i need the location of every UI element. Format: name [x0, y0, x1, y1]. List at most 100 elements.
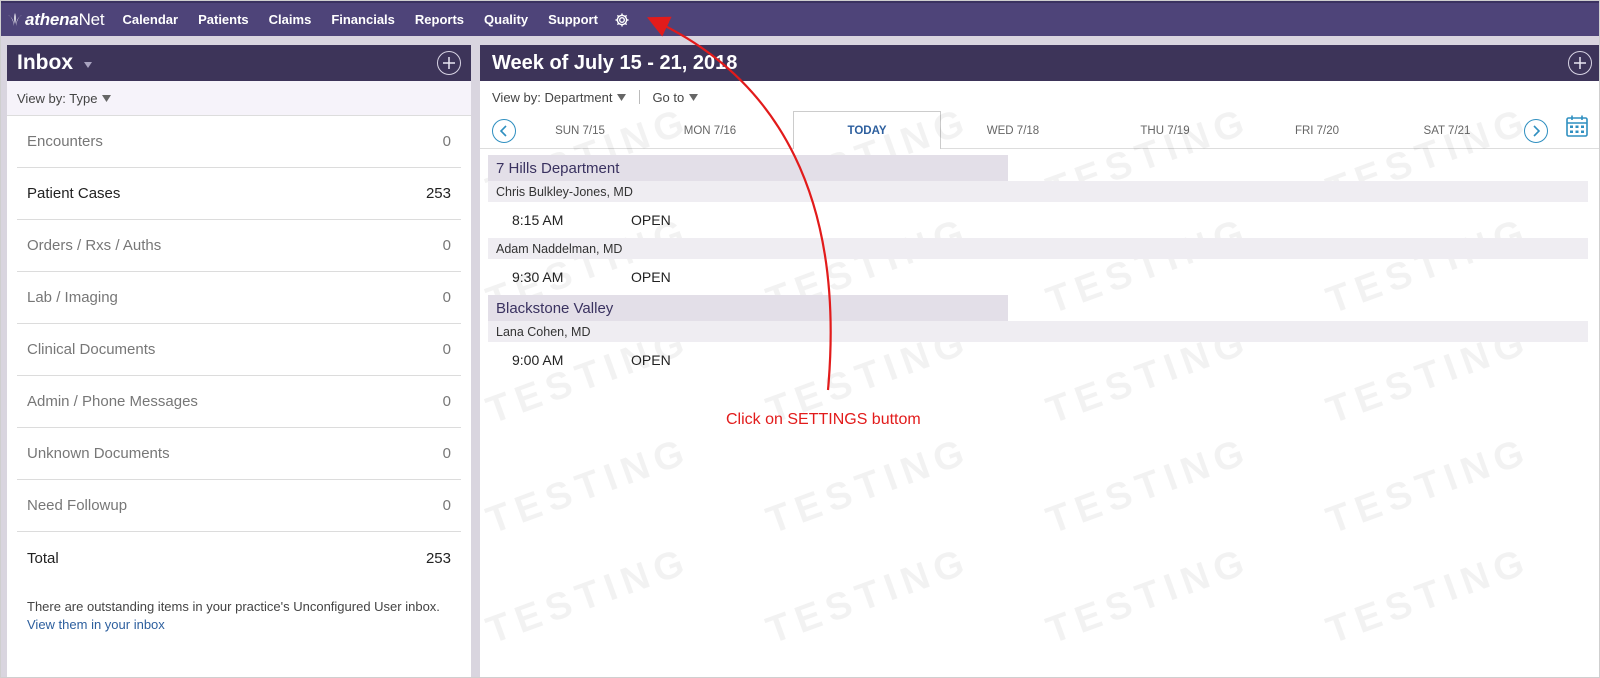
inbox-row-label: Admin / Phone Messages	[27, 393, 198, 410]
watermark-text: TESTING	[481, 539, 697, 653]
inbox-row-label: Need Followup	[27, 497, 128, 514]
inbox-panel: Inbox View by: Type Encounters 0 Patient…	[7, 45, 471, 678]
gear-icon	[615, 13, 629, 26]
day-tabs: SUN 7/15 MON 7/16 TODAY WED 7/18 THU 7/1…	[480, 111, 1600, 149]
chevron-down-icon	[689, 93, 699, 101]
watermark-text: TESTING	[1041, 429, 1257, 543]
go-to-dropdown[interactable]: Go to	[652, 90, 699, 105]
watermark-text: TESTING	[1321, 539, 1537, 653]
appointment-slot[interactable]: 9:00 AM OPEN	[488, 342, 1600, 378]
appointment-slot[interactable]: 8:15 AM OPEN	[488, 202, 1600, 238]
inbox-row-count: 0	[442, 393, 451, 410]
inbox-row-lab-imaging[interactable]: Lab / Imaging 0	[17, 272, 461, 324]
plus-icon	[1574, 57, 1586, 69]
day-tab-thu[interactable]: THU 7/19	[1105, 113, 1225, 149]
inbox-row-label: Unknown Documents	[27, 445, 170, 462]
day-tab-wed[interactable]: WED 7/18	[953, 113, 1073, 149]
inbox-row-label: Orders / Rxs / Auths	[27, 237, 162, 254]
inbox-row-count: 0	[442, 237, 451, 254]
appointment-time: 9:00 AM	[512, 352, 564, 368]
inbox-row-count: 0	[442, 133, 451, 150]
settings-button[interactable]	[614, 12, 630, 28]
go-to-label: Go to	[652, 89, 685, 105]
inbox-row-unknown-documents[interactable]: Unknown Documents 0	[17, 428, 461, 480]
inbox-row-orders[interactable]: Orders / Rxs / Auths 0	[17, 220, 461, 272]
inbox-row-need-followup[interactable]: Need Followup 0	[17, 480, 461, 532]
department-header-blackstone-valley: Blackstone Valley	[488, 295, 1008, 321]
nav-calendar[interactable]: Calendar	[112, 12, 188, 27]
inbox-row-patient-cases[interactable]: Patient Cases 253	[17, 168, 461, 220]
view-by-department-dropdown[interactable]: View by: Department	[492, 90, 627, 105]
appointment-status: OPEN	[631, 269, 671, 285]
logo-prefix: athena	[25, 9, 79, 29]
view-inbox-link[interactable]: View them in your inbox	[27, 617, 165, 632]
inbox-total-count: 253	[425, 549, 451, 567]
schedule-toolbar: View by: Department Go to	[480, 81, 1600, 113]
previous-week-button[interactable]	[492, 119, 516, 143]
schedule-panel: Week of July 15 - 21, 2018 View by: Depa…	[480, 45, 1600, 678]
inbox-row-count: 0	[442, 341, 451, 358]
chevron-down-icon	[102, 94, 112, 102]
inbox-row-label: Encounters	[27, 133, 103, 150]
athenanet-logo[interactable]: athena Net	[6, 9, 105, 30]
chevron-left-icon	[499, 125, 507, 137]
inbox-total-label: Total	[27, 549, 59, 567]
inbox-row-label: Clinical Documents	[27, 341, 156, 358]
inbox-row-count: 0	[442, 497, 451, 514]
inbox-row-admin-phone[interactable]: Admin / Phone Messages 0	[17, 376, 461, 428]
schedule-header: Week of July 15 - 21, 2018	[480, 45, 1600, 81]
next-week-button[interactable]	[1524, 119, 1548, 143]
inbox-row-count: 253	[425, 185, 451, 202]
inbox-note-text: There are outstanding items in your prac…	[27, 599, 440, 614]
nav-financials[interactable]: Financials	[321, 12, 405, 27]
nav-claims[interactable]: Claims	[259, 12, 322, 27]
chevron-down-icon	[617, 93, 627, 101]
nav-quality[interactable]: Quality	[474, 12, 538, 27]
inbox-view-by-label: View by: Type	[17, 90, 98, 106]
day-tab-sat[interactable]: SAT 7/21	[1387, 113, 1507, 149]
appointment-time: 9:30 AM	[512, 269, 564, 285]
add-inbox-item-button[interactable]	[437, 51, 461, 75]
inbox-row-total: Total 253	[17, 532, 461, 584]
inbox-view-by[interactable]: View by: Type	[7, 81, 471, 116]
day-tab-mon[interactable]: MON 7/16	[650, 113, 770, 149]
inbox-header: Inbox	[7, 45, 471, 81]
appointment-status: OPEN	[631, 352, 671, 368]
inbox-row-encounters[interactable]: Encounters 0	[17, 116, 461, 168]
department-header-7-hills: 7 Hills Department	[488, 155, 1008, 181]
watermark-text: TESTING	[761, 539, 977, 653]
logo-suffix: Net	[78, 9, 105, 29]
appointment-status: OPEN	[631, 212, 671, 228]
watermark-text: TESTING	[1041, 539, 1257, 653]
inbox-row-count: 0	[442, 445, 451, 462]
schedule-body: 7 Hills Department Chris Bulkley-Jones, …	[480, 149, 1600, 378]
appointment-slot[interactable]: 9:30 AM OPEN	[488, 259, 1600, 295]
appointment-time: 8:15 AM	[512, 212, 564, 228]
nav-patients[interactable]: Patients	[188, 12, 259, 27]
day-tab-sun[interactable]: SUN 7/15	[520, 113, 640, 149]
inbox-row-count: 0	[442, 289, 451, 306]
inbox-title[interactable]: Inbox	[17, 51, 73, 75]
view-by-label: View by: Department	[492, 89, 613, 105]
week-title: Week of July 15 - 21, 2018	[492, 51, 738, 74]
inbox-list: Encounters 0 Patient Cases 253 Orders / …	[7, 116, 471, 584]
day-tab-fri[interactable]: FRI 7/20	[1257, 113, 1377, 149]
day-tab-today[interactable]: TODAY	[793, 111, 941, 149]
nav-support[interactable]: Support	[538, 12, 608, 27]
inbox-row-clinical-documents[interactable]: Clinical Documents 0	[17, 324, 461, 376]
athena-leaf-icon	[8, 12, 22, 26]
watermark-text: TESTING	[761, 429, 977, 543]
provider-row: Lana Cohen, MD	[488, 321, 1588, 342]
inbox-unconfigured-note: There are outstanding items in your prac…	[7, 584, 471, 634]
provider-row: Adam Naddelman, MD	[488, 238, 1588, 259]
chevron-right-icon	[1533, 125, 1541, 137]
calendar-icon[interactable]	[1565, 114, 1589, 138]
add-appointment-button[interactable]	[1568, 51, 1592, 75]
watermark-text: TESTING	[1321, 429, 1537, 543]
plus-icon	[443, 57, 455, 69]
inbox-row-label: Lab / Imaging	[27, 289, 118, 306]
nav-reports[interactable]: Reports	[405, 12, 474, 27]
inbox-dropdown-caret-icon[interactable]	[83, 61, 93, 69]
top-nav-bar: athena Net Calendar Patients Claims Finan…	[0, 0, 1600, 36]
annotation-text: Click on SETTINGS buttom	[726, 411, 921, 428]
